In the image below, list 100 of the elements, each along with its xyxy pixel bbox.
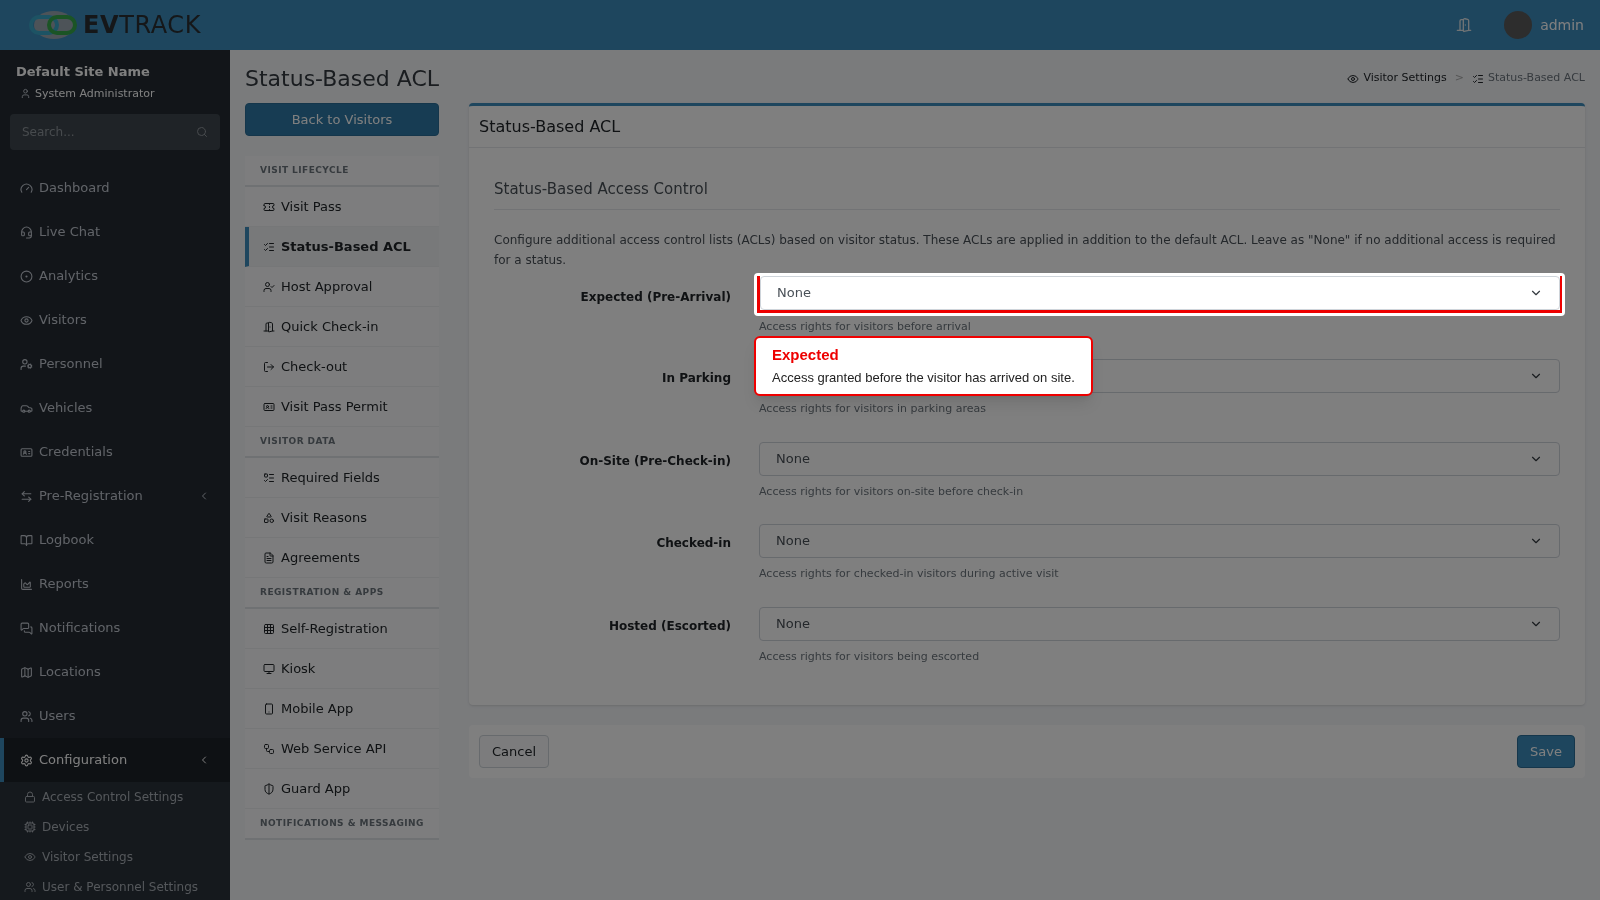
book-icon [20,533,33,547]
field-hint: Access rights for visitors before arrival [759,318,972,335]
back-button[interactable]: Back to Visitors [245,103,439,136]
menu-section-heading: VISIT LIFECYCLE [245,156,439,187]
sidebar-item[interactable]: Locations [0,650,230,694]
ticket-icon [263,200,275,213]
users-icon [24,881,36,893]
gear-icon [20,753,33,767]
page-title: Status-Based ACL [245,65,440,93]
network-icon [263,742,275,755]
shapes-icon [263,511,275,524]
tooltip-title: Expected [772,344,840,365]
eye-icon [24,851,36,863]
sidebar-item[interactable]: Personnel [0,342,230,386]
menu-item[interactable]: Status-Based ACL [245,227,439,267]
checklist-icon [263,471,275,484]
acl-select[interactable]: None [759,441,1560,476]
menu-item[interactable]: Host Approval [245,267,439,307]
field-hint: Access rights for visitors being escorted [759,648,981,665]
search-icon [196,126,208,138]
sidebar-item[interactable]: Configuration [0,738,230,782]
avatar[interactable] [1504,11,1533,39]
eye-icon [1347,72,1360,85]
sidebar-item[interactable]: Pre-Registration [0,474,230,518]
acl-select[interactable]: None [759,606,1560,641]
badge-icon [263,400,275,413]
menu-section-heading: REGISTRATION & APPS [245,578,439,609]
exit-icon [263,360,275,373]
sidebar-item[interactable]: Credentials [0,430,230,474]
document-icon [263,551,275,564]
cancel-button[interactable]: Cancel [479,735,550,768]
user-icon [20,88,31,100]
menu-item[interactable]: Visit Reasons [245,498,439,538]
sidebar-subitem[interactable]: User & Personnel Settings [0,872,230,900]
lock-icon [24,791,36,803]
field-hint: Access rights for visitors in parking areas [759,401,987,417]
menu-section-heading: VISITOR DATA [245,427,439,458]
shield-icon [263,782,275,795]
headset-icon [20,225,33,239]
gauge-icon [20,181,33,195]
chip-icon [24,821,36,833]
checklist-icon [1471,72,1484,85]
save-button[interactable]: Save [1517,735,1575,768]
eye-icon [20,313,33,327]
field-label: In Parking [661,370,731,387]
target-icon [20,269,33,283]
logo-text: EVTRACK [83,10,201,41]
phone-icon [263,702,275,715]
menu-item[interactable]: Self-Registration [245,609,439,649]
user-name[interactable]: admin [1540,14,1584,36]
grid-icon [263,622,275,635]
sidebar-item[interactable]: Vehicles [0,386,230,430]
acl-select[interactable]: None [759,524,1560,558]
chart-icon [20,577,33,591]
sidebar-item[interactable]: Logbook [0,518,230,562]
field-label: Hosted (Escorted) [607,617,731,635]
sidebar-item[interactable]: Visitors [0,298,230,342]
menu-item[interactable]: Kiosk [245,649,439,689]
breadcrumb-link[interactable]: Visitor Settings [1363,70,1447,87]
sidebar-item[interactable]: Users [0,694,230,738]
sidebar-item[interactable]: Analytics [0,254,230,298]
sidebar-subitem[interactable]: Access Control Settings [0,782,230,812]
menu-item[interactable]: Visit Pass Permit [245,387,439,427]
user-icon [20,357,33,371]
badge-icon [20,445,33,459]
field-hint: Access rights for checked-in visitors during active visit [759,566,1060,582]
field-label: Expected (Pre-Arrival) [579,288,731,306]
field-label: Checked-in [655,535,731,552]
sidebar-item[interactable]: Notifications [0,606,230,650]
role-label: System Administrator [35,85,155,102]
sidebar-item[interactable]: Dashboard [0,166,230,210]
card-title: Status-Based ACL [469,106,1585,148]
field-hint: Access rights for visitors on-site before check-in [759,483,1025,500]
menu-item[interactable]: Agreements [245,538,439,578]
sidebar-subitem[interactable]: Devices [0,812,230,842]
door-icon [263,320,275,333]
user-check-icon [263,280,275,293]
door-icon[interactable] [1456,17,1473,33]
sidebar-item[interactable]: Live Chat [0,210,230,254]
monitor-icon [263,662,275,675]
sidebar-subitem[interactable]: Visitor Settings [0,842,230,872]
menu-item[interactable]: Quick Check-in [245,307,439,347]
chat-icon [20,621,33,635]
description-text: Configure additional access control lists (ACLs) based on visitor status. These ACLs are applied in addition to the default ACL. Leave as "None" if no additional access is required for a status. [494,231,1557,269]
menu-item[interactable]: Mobile App [245,689,439,729]
users-icon [20,709,33,723]
menu-item[interactable]: Guard App [245,769,439,809]
menu-item[interactable]: Required Fields [245,458,439,498]
logo-icon [29,9,79,41]
menu-item[interactable]: Web Service API [245,729,439,769]
acl-select[interactable]: None [760,275,1560,310]
sidebar-item[interactable]: Reports [0,562,230,606]
breadcrumb-separator: > [1454,70,1464,87]
tooltip-text: Access granted before the visitor has arrived on site. [772,368,1075,387]
menu-item[interactable]: Check-out [245,347,439,387]
site-name: Default Site Name [16,63,151,81]
menu-section-heading: NOTIFICATIONS & MESSAGING [245,809,439,840]
section-title: Status-Based Access Control [494,178,1560,210]
map-icon [20,665,33,679]
field-label: On-Site (Pre-Check-in) [578,452,731,470]
